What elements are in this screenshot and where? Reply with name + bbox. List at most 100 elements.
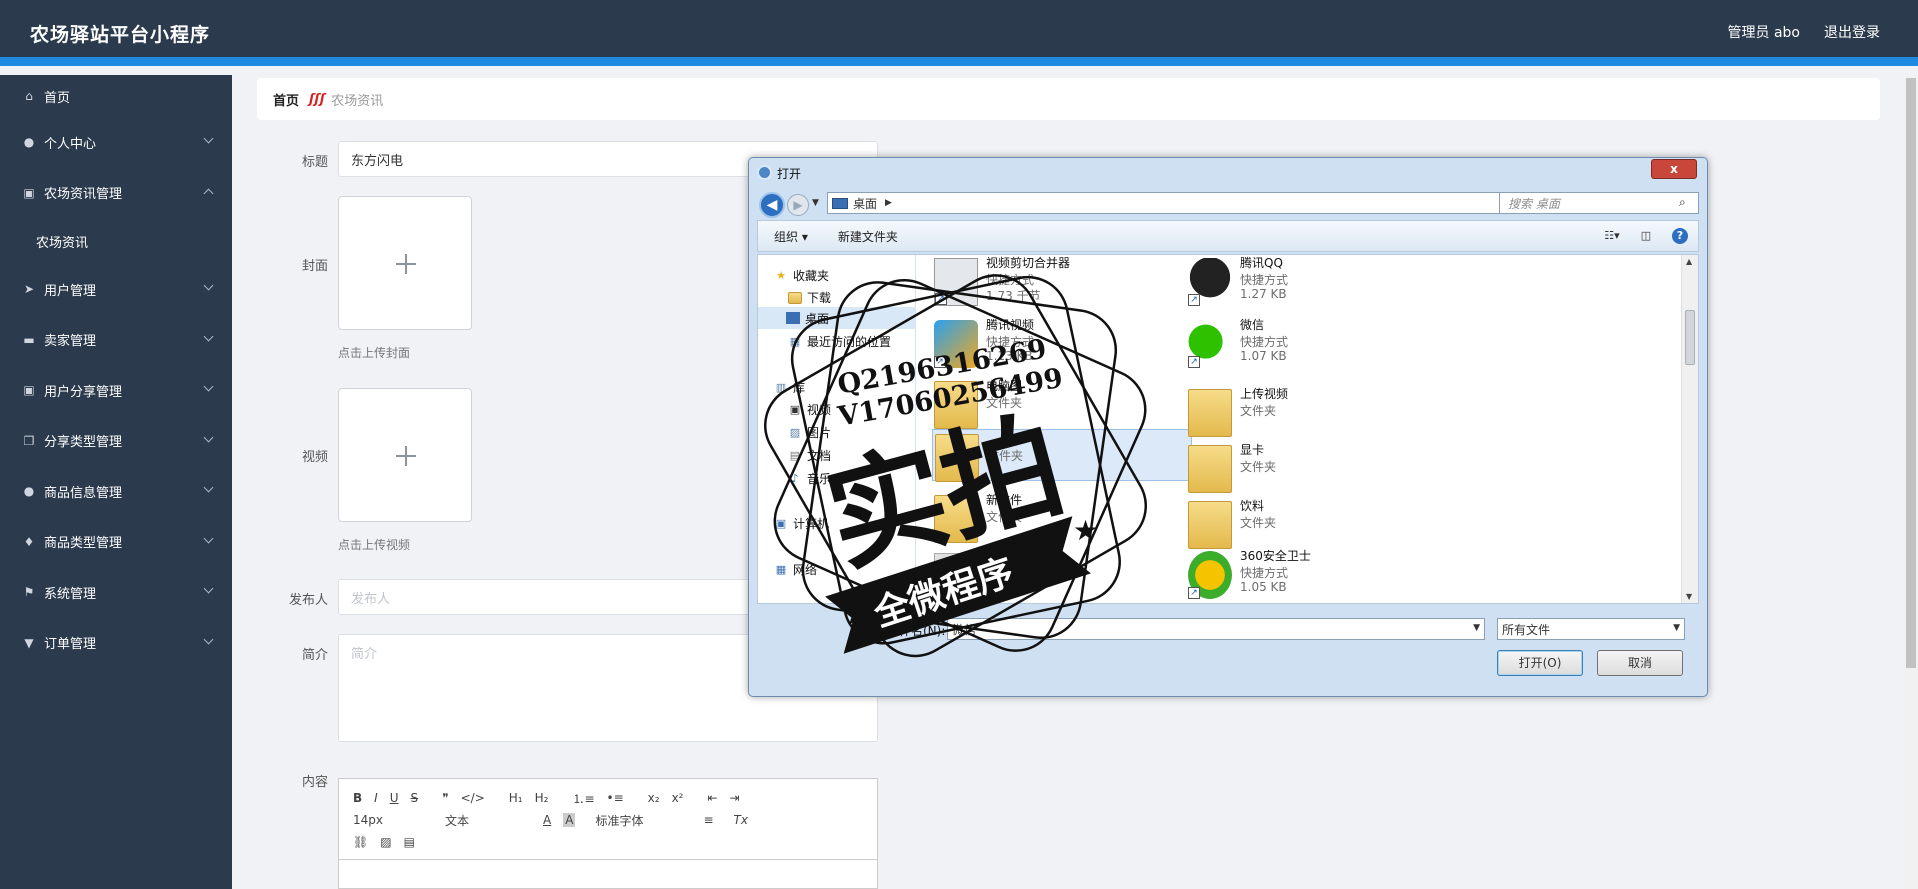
bold-button[interactable]: B — [353, 791, 362, 805]
outdent-button[interactable]: ⇤ — [707, 791, 717, 805]
nav-favorites[interactable]: ★ 收藏夹 — [774, 267, 829, 284]
back-arrow-icon[interactable]: ◀ — [759, 192, 785, 218]
sidebar-item-farm-news-management[interactable]: ▣ 农场资讯管理 — [0, 168, 232, 219]
address-bar[interactable]: 桌面 ▶ ▼ — [827, 192, 1543, 214]
sidebar-item-order-management[interactable]: ▼ 订单管理 — [0, 618, 232, 669]
breadcrumb-arrow-icon[interactable]: ▶ — [885, 198, 892, 208]
nav-pictures[interactable]: ▨ 图片 — [788, 424, 831, 441]
h1-button[interactable]: H₁ — [509, 791, 523, 805]
nav-library[interactable]: ▥ 库 — [774, 379, 805, 396]
file-item[interactable]: 饮料 文件夹 — [1186, 497, 1446, 553]
view-mode-icon[interactable]: ☷▾ — [1604, 228, 1620, 244]
sidebar-item-share-type-management[interactable]: ❐ 分享类型管理 — [0, 416, 232, 467]
page-scrollbar[interactable] — [1904, 78, 1918, 889]
file-item[interactable]: ↗ 腾讯视频 快捷方式 1.13 KB — [932, 316, 1192, 372]
blockquote-button[interactable]: ❞ — [442, 791, 448, 805]
nav-videos[interactable]: ▣ 视频 — [788, 401, 831, 418]
file-open-dialog: 打开 x ◀ ▶ ▼ 桌面 ▶ ▼ ⇆ 搜索 桌面 ⌕ 组织 ▾ 新建文件夹 ☷… — [748, 157, 1708, 697]
nav-music[interactable]: ♪ 音乐 — [788, 470, 831, 487]
sidebar: ⌂ 首页 ● 个人中心 ▣ 农场资讯管理 农场资讯 ➤ 用户管理 ▬ 卖家管理 … — [0, 75, 232, 889]
bullet-list-button[interactable]: •≡ — [607, 791, 624, 805]
chevron-down-icon — [203, 331, 214, 341]
sidebar-item-product-type-management[interactable]: ♦ 商品类型管理 — [0, 517, 232, 568]
link-icon[interactable]: ⛓ — [353, 835, 368, 849]
background-color-button[interactable]: A — [563, 813, 576, 827]
cover-upload[interactable] — [338, 196, 472, 330]
italic-button[interactable]: I — [374, 791, 378, 805]
file-item-selected[interactable]: 文件夹 — [932, 429, 1192, 482]
editor-content-area[interactable] — [339, 859, 877, 889]
scrollbar-thumb[interactable] — [1685, 310, 1695, 365]
chevron-down-icon: ▼ — [1673, 623, 1680, 633]
sidebar-item-seller-management[interactable]: ▬ 卖家管理 — [0, 315, 232, 366]
app-title: 农场驿站平台小程序 — [30, 24, 211, 46]
video-upload[interactable] — [338, 388, 472, 522]
h2-button[interactable]: H₂ — [535, 791, 549, 805]
subscript-button[interactable]: x₂ — [648, 791, 660, 805]
file-item[interactable]: ↗ 360安全卫士 快捷方式 1.05 KB — [1186, 547, 1446, 603]
sidebar-item-user-share-management[interactable]: ▣ 用户分享管理 — [0, 365, 232, 416]
file-item[interactable]: 新文件 文件夹 — [932, 491, 1192, 547]
ordered-list-button[interactable]: ⒈≡ — [572, 790, 594, 807]
image-icon[interactable]: ▨ — [380, 835, 391, 849]
font-family-select[interactable]: 标准字体 — [595, 812, 691, 829]
dialog-toolbar: 组织 ▾ 新建文件夹 ☷▾ ◫ ? — [757, 220, 1699, 252]
indent-button[interactable]: ⇥ — [730, 791, 740, 805]
nav-downloads[interactable]: 下载 — [788, 289, 831, 306]
clear-format-button[interactable]: Tx — [734, 813, 748, 827]
forward-arrow-icon[interactable]: ▶ — [787, 194, 809, 216]
file-item[interactable]: 显卡 文件夹 — [1186, 441, 1446, 497]
help-icon[interactable]: ? — [1672, 228, 1688, 244]
chevron-down-icon[interactable]: ▼ — [1473, 623, 1480, 633]
sidebar-item-personal-center[interactable]: ● 个人中心 — [0, 117, 232, 168]
picture-icon: ▨ — [789, 425, 801, 439]
strike-button[interactable]: S — [411, 791, 419, 805]
file-item[interactable]: 快捷方式 1.87 KB — [932, 549, 1192, 605]
shortcut-arrow-icon: ↗ — [1188, 587, 1200, 599]
logout-link[interactable]: 退出登录 — [1824, 22, 1880, 42]
nav-network[interactable]: ▦ 网络 — [774, 561, 817, 578]
file-item[interactable]: 电脑图 文件夹 — [932, 377, 1192, 433]
open-button[interactable]: 打开(O) — [1497, 650, 1583, 676]
scroll-down-icon[interactable]: ▼ — [1686, 592, 1692, 601]
sidebar-item-home[interactable]: ⌂ 首页 — [0, 75, 232, 117]
folder-icon — [1188, 389, 1232, 437]
nav-recent[interactable]: ▦ 最近访问的位置 — [788, 333, 891, 350]
superscript-button[interactable]: x² — [672, 791, 684, 805]
page-scrollbar-thumb[interactable] — [1906, 78, 1916, 668]
dialog-close-button[interactable]: x — [1651, 159, 1697, 179]
shortcut-arrow-icon: ↗ — [934, 356, 946, 368]
sidebar-item-system-management[interactable]: ⚑ 系统管理 — [0, 567, 232, 618]
sidebar-item-user-management[interactable]: ➤ 用户管理 — [0, 264, 232, 315]
sidebar-subitem-farm-news[interactable]: 农场资讯 — [0, 218, 232, 264]
video-icon[interactable]: ▤ — [404, 835, 415, 849]
code-block-button[interactable]: </> — [461, 791, 485, 805]
search-input[interactable]: 搜索 桌面 — [1499, 192, 1699, 214]
folder-icon — [934, 381, 978, 429]
new-folder-button[interactable]: 新建文件夹 — [838, 228, 898, 245]
file-item[interactable]: ↗ 微信 快捷方式 1.07 KB — [1186, 316, 1446, 372]
nav-desktop[interactable]: 桌面 — [758, 307, 915, 329]
file-list-scrollbar[interactable]: ▲ ▼ — [1681, 255, 1698, 603]
file-type-select[interactable]: 所有文件 ▼ — [1497, 618, 1685, 640]
history-dropdown-icon[interactable]: ▼ — [812, 198, 819, 208]
breadcrumb-home[interactable]: 首页 — [273, 90, 299, 109]
file-item[interactable]: ↗ 腾讯QQ 快捷方式 1.27 KB — [1186, 254, 1446, 310]
search-icon[interactable]: ⌕ — [1679, 195, 1686, 210]
file-item[interactable]: ↗ 视频剪切合并器 快捷方式 1.73 千节 — [932, 254, 1192, 310]
file-item[interactable]: 上传视频 文件夹 — [1186, 385, 1446, 441]
font-size-select[interactable]: 14px — [353, 813, 433, 827]
filename-input[interactable]: 微信 ▼ — [947, 618, 1485, 640]
text-style-select[interactable]: 文本 — [445, 812, 531, 829]
nav-documents[interactable]: ▤ 文档 — [788, 447, 831, 464]
nav-computer[interactable]: ▣ 计算机 — [774, 515, 829, 532]
font-color-button[interactable]: A — [543, 813, 551, 827]
breadcrumb: 首页 ʃʃʃ 农场资讯 — [257, 78, 1880, 120]
scroll-up-icon[interactable]: ▲ — [1686, 257, 1692, 266]
preview-pane-icon[interactable]: ◫ — [1638, 228, 1654, 244]
underline-button[interactable]: U — [390, 791, 399, 805]
cancel-button[interactable]: 取消 — [1597, 650, 1683, 676]
align-button[interactable]: ≡ — [703, 813, 713, 827]
organize-button[interactable]: 组织 ▾ — [774, 228, 808, 245]
sidebar-item-product-info-management[interactable]: ● 商品信息管理 — [0, 466, 232, 517]
